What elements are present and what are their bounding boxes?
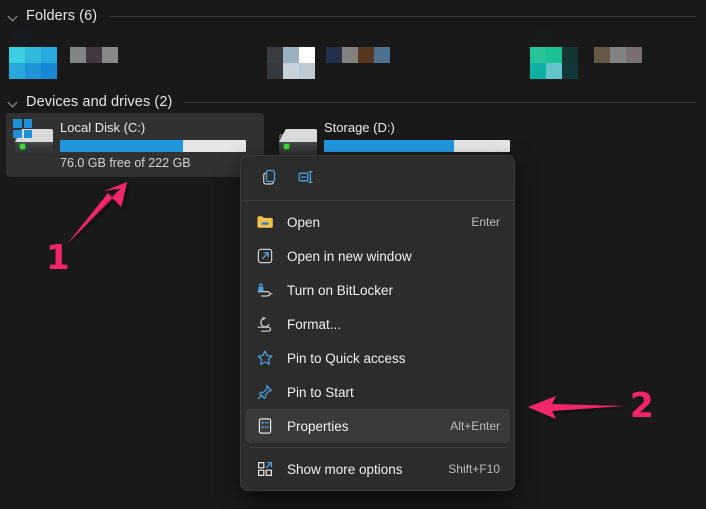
section-header-folders[interactable]: Folders (6) [6,6,696,26]
section-header-devices[interactable]: Devices and drives (2) [6,92,696,112]
section-title-folders: Folders (6) [26,8,98,24]
thumbnail-pixel-block [267,47,283,63]
thumbnail-pixel-block [535,30,551,44]
rename-icon[interactable] [291,163,321,191]
menu-item-label: Show more options [287,461,403,477]
menu-item-show-more-options[interactable]: Show more options Shift+F10 [245,452,510,486]
section-divider-devices [184,101,696,103]
drive-usage-bar [324,140,510,152]
thumbnail-pixel-block [342,47,358,63]
local-disk-c-tile[interactable]: Local Disk (C:) 76.0 GB free of 222 GB [6,113,264,177]
pin-icon [253,382,277,402]
properties-icon [253,416,277,436]
chevron-down-icon[interactable] [6,95,20,109]
menu-item-format[interactable]: Format... [245,307,510,341]
thumbnail-pixel-block [283,47,299,63]
thumbnail-pixel-block [283,63,299,79]
star-icon [253,348,277,368]
thumbnail-pixel-block [86,47,102,63]
section-title-devices: Devices and drives (2) [26,94,173,110]
thumbnail-pixel-block [9,47,25,63]
menu-item-label: Pin to Start [287,384,354,400]
thumbnail-pixel-block [530,63,546,79]
context-menu-command-bar[interactable] [241,156,514,200]
thumbnail-pixel-block [562,47,578,63]
menu-item-label: Format... [287,316,342,332]
thumbnail-pixel-block [326,47,342,63]
annotation-arrow-2 [528,396,624,419]
drive-name-label: Local Disk (C:) [60,120,146,135]
thumbnail-pixel-block [546,47,562,63]
windows-logo-badge-icon [13,119,32,138]
annotation-number-1-fill: 1 [46,238,70,278]
thumbnail-pixel-block [562,63,578,79]
drive-icon [276,119,320,159]
section-divider-folders [109,15,696,17]
thumbnail-pixel-block [358,47,374,63]
thumbnail-pixel-block [374,47,390,63]
menu-item-label: Open [287,214,321,230]
menu-item-pin-to-quick-access[interactable]: Pin to Quick access [245,341,510,375]
context-menu[interactable]: Open Enter Open in new window Turn on BitLo… [240,155,515,491]
context-menu-items: Open Enter Open in new window Turn on BitLo… [241,201,514,490]
menu-item-shortcut: Alt+Enter [450,419,500,433]
menu-item-label: Open in new window [287,248,412,264]
thumbnail-pixel-block [25,47,41,63]
open-new-window-icon [253,246,277,266]
thumbnail-pixel-block [41,47,57,63]
folder-open-icon [253,212,277,232]
thumbnail-pixel-block [546,63,562,79]
thumbnail-pixel-block [267,63,283,79]
thumbnail-pixel-block [610,47,626,63]
menu-item-pin-to-start[interactable]: Pin to Start [245,375,510,409]
thumbnail-pixel-block [626,47,642,63]
menu-item-shortcut: Shift+F10 [448,462,500,476]
menu-item-label: Turn on BitLocker [287,282,394,298]
thumbnail-pixel-block [299,47,315,63]
menu-item-label: Pin to Quick access [287,350,406,366]
thumbnail-pixel-block [14,30,33,44]
thumbnail-pixel-block [70,47,86,63]
format-icon [253,314,277,334]
annotation-number-2-fill: 2 [630,386,654,426]
drive-icon [12,119,56,159]
thumbnail-pixel-block [594,47,610,63]
thumbnail-pixel-block [299,63,315,79]
menu-item-shortcut: Enter [471,215,500,229]
menu-divider [249,447,506,448]
file-explorer-this-pc-view: Folders (6) Devices and drives (2) Local… [0,0,706,509]
menu-item-turn-on-bitlocker[interactable]: Turn on BitLocker [245,273,510,307]
thumbnail-pixel-block [9,63,25,79]
menu-item-open-in-new-window[interactable]: Open in new window [245,239,510,273]
copy-icon[interactable] [255,163,285,191]
drive-name-label: Storage (D:) [324,120,395,135]
thumbnail-pixel-block [41,63,57,79]
thumbnail-pixel-block [530,47,546,63]
thumbnail-pixel-block [25,63,41,79]
menu-item-label: Properties [287,418,349,434]
chevron-down-icon[interactable] [6,9,20,23]
menu-item-open[interactable]: Open Enter [245,205,510,239]
bitlocker-icon [253,280,277,300]
show-more-icon [253,459,277,479]
menu-item-properties[interactable]: Properties Alt+Enter [245,409,510,443]
drive-capacity-label: 76.0 GB free of 222 GB [60,156,191,170]
thumbnail-pixel-block [102,47,118,63]
drive-usage-bar [60,140,246,152]
